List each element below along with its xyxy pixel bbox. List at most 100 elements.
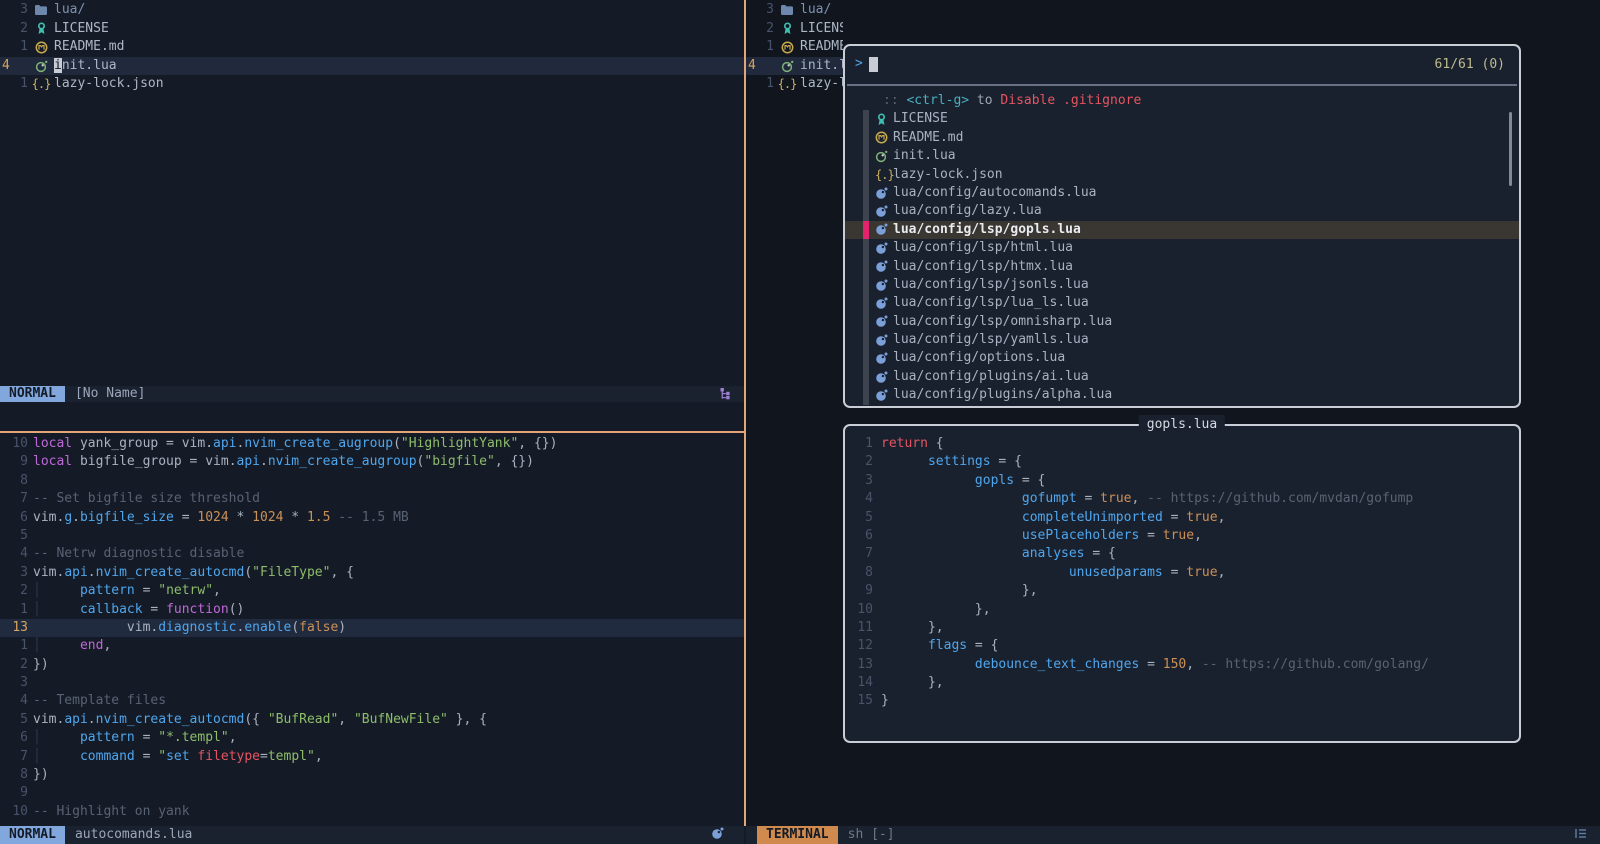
code-segment: , [1218, 565, 1226, 580]
picker-item[interactable]: lua/config/lsp/yamlls.lua [845, 331, 1519, 349]
line-number: 8 [0, 766, 28, 784]
picker-item-label: lua/config/plugins/ai.lua [893, 368, 1089, 386]
code-segment [41, 583, 80, 598]
code-line[interactable]: 1│ end, [0, 637, 744, 655]
file-row[interactable]: 4init.lua [746, 57, 843, 76]
picker-item[interactable]: lua/config/autocomands.lua [845, 184, 1519, 202]
file-row[interactable]: 2LICENSE [746, 20, 843, 39]
preview-line: 3 gopls = { [851, 472, 1517, 490]
line-number: 3 [746, 1, 774, 20]
file-name: lazy-lock.json [54, 75, 164, 94]
file-row[interactable]: 1README.md [0, 38, 744, 57]
code-segment: unusedparams [1069, 565, 1163, 580]
code-line[interactable]: 3 [0, 674, 744, 692]
picker-item-label: lua/config/lsp/htmx.lua [893, 258, 1073, 276]
code-line[interactable]: 4-- Netrw diagnostic disable [0, 545, 744, 563]
code-segment [881, 546, 1022, 561]
code-segment [881, 473, 975, 488]
picker-item[interactable]: init.lua [845, 147, 1519, 165]
code-segment: debounce_text_changes [975, 657, 1139, 672]
code-segment: -- https://github.com/mvdan/gofump [1147, 491, 1413, 506]
picker-gutter [863, 166, 869, 184]
picker-item[interactable]: LICENSE [845, 110, 1519, 128]
picker-item-label: lua/config/autocomands.lua [893, 184, 1097, 202]
picker-gutter [863, 258, 869, 276]
file-row[interactable]: 4init.lua [0, 57, 744, 76]
code-line[interactable]: 5vim.api.nvim_create_autocmd({ "BufRead"… [0, 711, 744, 729]
code-segment: }, [928, 675, 944, 690]
code-segment: gofumpt [1022, 491, 1077, 506]
file-row[interactable]: 1{.}lazy-lock.json [746, 75, 843, 94]
code-segment: function [166, 602, 229, 617]
picker-item[interactable]: README.md [845, 129, 1519, 147]
code-line[interactable]: 9 [0, 784, 744, 802]
picker-item[interactable]: lua/config/lsp/omnisharp.lua [845, 313, 1519, 331]
lua-icon [875, 371, 893, 384]
picker-item-label: lua/config/lsp/gopls.lua [893, 221, 1081, 239]
line-number: 7 [851, 545, 873, 563]
code-text: settings = { [881, 453, 1022, 471]
picker-item[interactable]: lua/config/lsp/gopls.lua [845, 221, 1519, 239]
code-segment: = [1139, 657, 1162, 672]
picker-gutter [863, 349, 869, 367]
code-line[interactable]: 6vim.g.bigfile_size = 1024 * 1024 * 1.5 … [0, 509, 744, 527]
code-line[interactable]: 13 vim.diagnostic.enable(false) [0, 619, 744, 637]
code-segment: }, [975, 602, 991, 617]
code-text: -- Highlight on yank [33, 803, 190, 821]
prompt-separator [847, 84, 1517, 86]
code-line[interactable]: 2│ pattern = "netrw", [0, 582, 744, 600]
code-line[interactable]: 1│ callback = function() [0, 601, 744, 619]
code-line[interactable]: 3vim.api.nvim_create_autocmd("FileType",… [0, 564, 744, 582]
picker-item[interactable]: lua/config/lsp/html.lua [845, 239, 1519, 257]
file-row[interactable]: 1{.}lazy-lock.json [0, 75, 744, 94]
picker-item[interactable]: lua/config/lazy.lua [845, 202, 1519, 220]
picker-item[interactable]: lua/config/lsp/lua_ls.lua [845, 294, 1519, 312]
picker-item[interactable]: lua/config/lsp/jsonls.lua [845, 276, 1519, 294]
code-text: -- Set bigfile size threshold [33, 490, 260, 508]
lua-icon [875, 205, 893, 218]
code-text: }, [881, 582, 1038, 600]
file-row[interactable]: 2LICENSE [0, 20, 744, 39]
picker-item[interactable]: lua/config/options.lua [845, 349, 1519, 367]
code-segment: { [928, 436, 944, 451]
code-line[interactable]: 9local bigfile_group = vim.api.nvim_crea… [0, 453, 744, 471]
code-segment [881, 565, 1069, 580]
fzf-prompt[interactable]: > [855, 54, 1509, 74]
code-segment [881, 675, 928, 690]
picker-scrollbar[interactable] [1509, 112, 1512, 186]
line-number: 9 [0, 453, 28, 471]
code-segment: } [881, 693, 889, 708]
picker-item-label: lua/config/lsp/yamlls.lua [893, 331, 1089, 349]
line-number: 3 [851, 472, 873, 490]
code-line[interactable]: 4-- Template files [0, 692, 744, 710]
code-segment: pattern [80, 730, 135, 745]
code-line[interactable]: 7│ command = "set filetype=templ", [0, 748, 744, 766]
code-segment: bigfile_group = [72, 454, 205, 469]
picker-item[interactable]: lua/config/lsp/htmx.lua [845, 258, 1519, 276]
code-segment: true [1186, 510, 1217, 525]
code-segment: g [64, 510, 72, 525]
file-row[interactable]: 1README.md [746, 38, 843, 57]
picker-item[interactable]: lua/config/plugins/ai.lua [845, 368, 1519, 386]
code-line[interactable]: 5 [0, 527, 744, 545]
picker-item[interactable]: lua/config/plugins/alpha.lua [845, 386, 1519, 404]
picker-item[interactable]: {.}lazy-lock.json [845, 166, 1519, 184]
picker-item-label: lua/config/lazy.lua [893, 202, 1042, 220]
code-segment: , [1194, 528, 1202, 543]
code-line[interactable]: 10-- Highlight on yank [0, 803, 744, 821]
file-row[interactable]: 3lua/ [0, 1, 744, 20]
code-line[interactable]: 8 [0, 472, 744, 490]
code-line[interactable]: 2}) [0, 656, 744, 674]
picker-gutter [863, 110, 869, 128]
file-row[interactable]: 3lua/ [746, 1, 843, 20]
code-line[interactable]: 6│ pattern = "*.templ", [0, 729, 744, 747]
json-icon: {.} [774, 75, 800, 94]
code-line[interactable]: 7-- Set bigfile size threshold [0, 490, 744, 508]
preview-line: 5 completeUnimported = true, [851, 509, 1517, 527]
code-line[interactable]: 8}) [0, 766, 744, 784]
picker-gutter [863, 147, 869, 165]
code-segment: , [338, 712, 354, 727]
line-number: 2 [0, 656, 28, 674]
code-line[interactable]: 10local yank_group = vim.api.nvim_create… [0, 435, 744, 453]
code-text: gopls = { [881, 472, 1045, 490]
